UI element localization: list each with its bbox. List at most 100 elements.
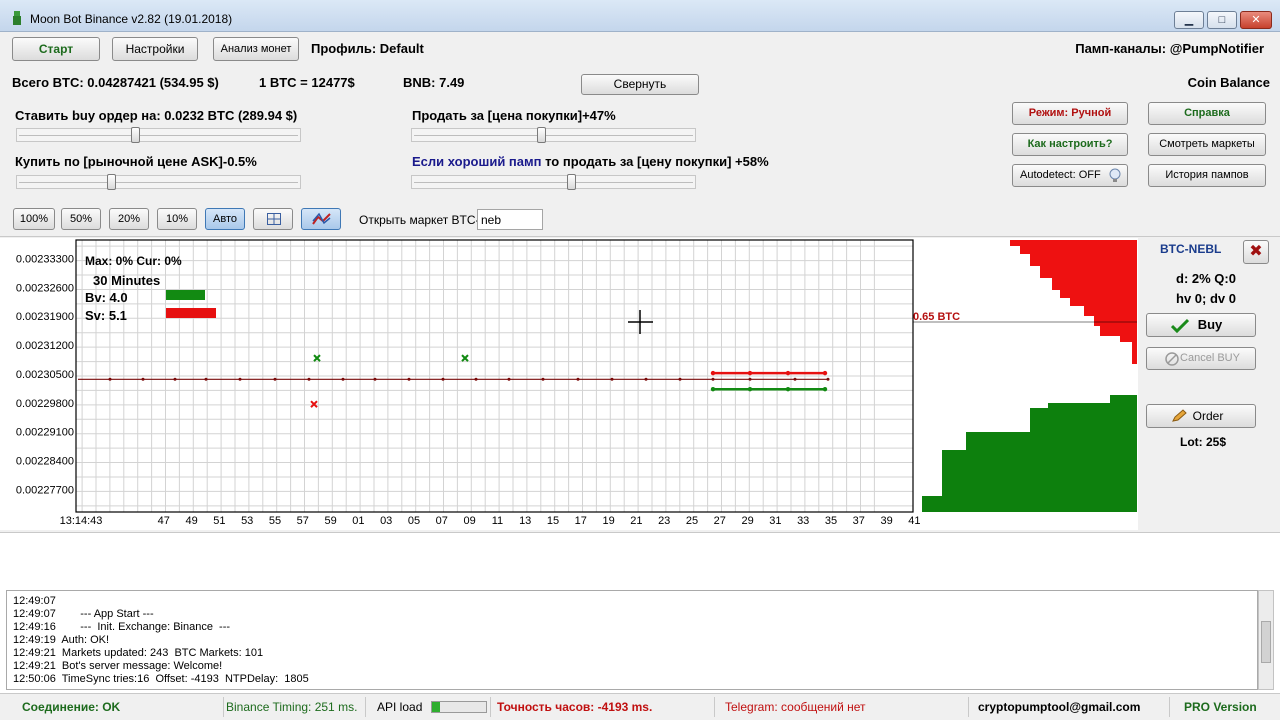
good-pump-slider[interactable] — [411, 174, 696, 190]
chart-lines-toggle-button[interactable] — [301, 208, 341, 230]
zoom-20-button[interactable]: 20% — [109, 208, 149, 230]
order-button[interactable]: Order — [1146, 404, 1256, 428]
x-tick-label: 35 — [825, 515, 837, 527]
collapse-button[interactable]: Свернуть — [581, 74, 699, 95]
series-point — [822, 370, 828, 376]
series-point — [793, 377, 797, 381]
y-tick-label: 0.00231900 — [16, 311, 74, 323]
market-buy-slider[interactable] — [16, 174, 301, 190]
x-tick-label: 11 — [492, 515, 503, 527]
email-label: cryptopumptool@gmail.com — [970, 697, 1170, 717]
series-point — [785, 386, 791, 392]
coin-balance-label: Coin Balance — [1187, 75, 1270, 90]
series-point — [576, 377, 580, 381]
series-point — [273, 377, 277, 381]
log-scrollbar-thumb[interactable] — [1261, 621, 1271, 663]
close-window-button[interactable]: ✕ — [1240, 11, 1272, 29]
x-tick-label: 21 — [630, 515, 642, 527]
how-to-configure-button[interactable]: Как настроить? — [1012, 133, 1128, 156]
order-button-label: Order — [1192, 409, 1224, 423]
zoom-10-button[interactable]: 10% — [157, 208, 197, 230]
autodetect-button[interactable]: Autodetect: OFF — [1012, 164, 1128, 187]
depth-label: 0.65 BTC — [913, 311, 960, 323]
series-point — [341, 377, 345, 381]
price-chart[interactable]: 0.00233300 0.00232600 0.00231900 0.00231200… — [0, 238, 1138, 530]
connection-status: Соединение: OK — [14, 697, 224, 717]
y-tick-label: 0.00231200 — [16, 340, 74, 352]
view-markets-button[interactable]: Смотреть маркеты — [1148, 133, 1266, 156]
sell-price-label: Продать за [цена покупки]+47% — [412, 108, 616, 123]
y-tick-label: 0.00229100 — [16, 427, 74, 439]
zoom-100-button[interactable]: 100% — [13, 208, 55, 230]
market-buy-slider-thumb[interactable] — [107, 174, 116, 190]
x-tick-label: 37 — [853, 515, 865, 527]
telegram-status: Telegram: сообщений нет — [717, 697, 969, 717]
grid-toggle-button[interactable] — [253, 208, 293, 230]
series-point — [710, 386, 716, 392]
series-point — [610, 377, 614, 381]
series-point — [710, 370, 716, 376]
series-point — [711, 377, 715, 381]
x-tick-label: 03 — [380, 515, 392, 527]
log-line: 12:49:19 Auth: OK! — [13, 634, 110, 646]
log-scrollbar[interactable] — [1258, 590, 1274, 690]
log-line: 12:49:16 --- Init. Exchange: Binance --- — [13, 621, 231, 633]
series-point — [644, 377, 648, 381]
series-point — [474, 377, 478, 381]
x-tick-label: 51 — [213, 515, 225, 527]
analyze-coins-button[interactable]: Анализ монет — [213, 37, 299, 61]
y-tick-label: 0.00230500 — [16, 369, 74, 381]
close-market-button[interactable]: ✖ — [1243, 240, 1269, 264]
cancel-icon — [1165, 352, 1179, 366]
pump-history-button[interactable]: История пампов — [1148, 164, 1266, 187]
pump-channels-label: Памп-каналы: @PumpNotifier — [1075, 41, 1264, 56]
start-button[interactable]: Старт — [12, 37, 100, 61]
x-tick-label: 09 — [463, 515, 475, 527]
title-bar: Moon Bot Binance v2.82 (19.01.2018) ▁ □ … — [0, 0, 1280, 32]
hv-dv-label: hv 0; dv 0 — [1176, 291, 1236, 306]
good-pump-slider-thumb[interactable] — [567, 174, 576, 190]
maximize-button[interactable]: □ — [1207, 11, 1237, 29]
series-point — [441, 377, 445, 381]
profile-label: Профиль: Default — [311, 41, 424, 56]
cancel-buy-label: Cancel BUY — [1180, 352, 1240, 364]
sell-price-slider-thumb[interactable] — [537, 127, 546, 143]
minimize-button[interactable]: ▁ — [1174, 11, 1204, 29]
help-button[interactable]: Справка — [1148, 102, 1266, 125]
mode-button[interactable]: Режим: Ручной — [1012, 102, 1128, 125]
series-point — [785, 370, 791, 376]
series-point — [373, 377, 377, 381]
good-pump-highlight: Если хороший памп — [412, 154, 542, 169]
log-line: 12:49:07 — [13, 595, 56, 607]
good-pump-label: Если хороший памп то продать за [цену по… — [412, 154, 769, 169]
api-load-label: API load — [377, 700, 423, 714]
x-tick-label: 53 — [241, 515, 253, 527]
zoom-auto-button[interactable]: Авто — [205, 208, 245, 230]
max-cur-label: Max: 0% Cur: 0% — [85, 254, 182, 268]
grid-icon — [267, 213, 281, 225]
sv-label: Sv: 5.1 — [85, 308, 127, 323]
btc-price-label: 1 BTC = 12477$ — [259, 75, 355, 90]
event-log[interactable]: 12:49:07 12:49:07 --- App Start --- 12:49:… — [6, 590, 1258, 690]
series-point — [826, 377, 830, 381]
cancel-buy-button[interactable]: Cancel BUY — [1146, 347, 1256, 370]
series-point — [307, 377, 311, 381]
x-tick-label: 23 — [658, 515, 670, 527]
sell-price-slider[interactable] — [411, 127, 696, 143]
zoom-50-button[interactable]: 50% — [61, 208, 101, 230]
buy-button[interactable]: Buy — [1146, 313, 1256, 337]
x-tick-label: 39 — [880, 515, 892, 527]
d-q-label: d: 2% Q:0 — [1176, 271, 1236, 286]
market-input[interactable] — [477, 209, 543, 230]
series-point — [108, 377, 112, 381]
settings-button[interactable]: Настройки — [112, 37, 198, 61]
total-btc-label: Всего BTC: 0.04287421 (534.95 $) — [12, 75, 219, 90]
x-tick-label: 47 — [158, 515, 170, 527]
series-point — [541, 377, 545, 381]
buy-order-slider[interactable] — [16, 127, 301, 143]
x-tick-label: 31 — [769, 515, 781, 527]
x-tick-label: 41 — [908, 515, 920, 527]
buy-order-slider-thumb[interactable] — [131, 127, 140, 143]
series-point — [204, 377, 208, 381]
lot-label: Lot: 25$ — [1180, 435, 1227, 449]
